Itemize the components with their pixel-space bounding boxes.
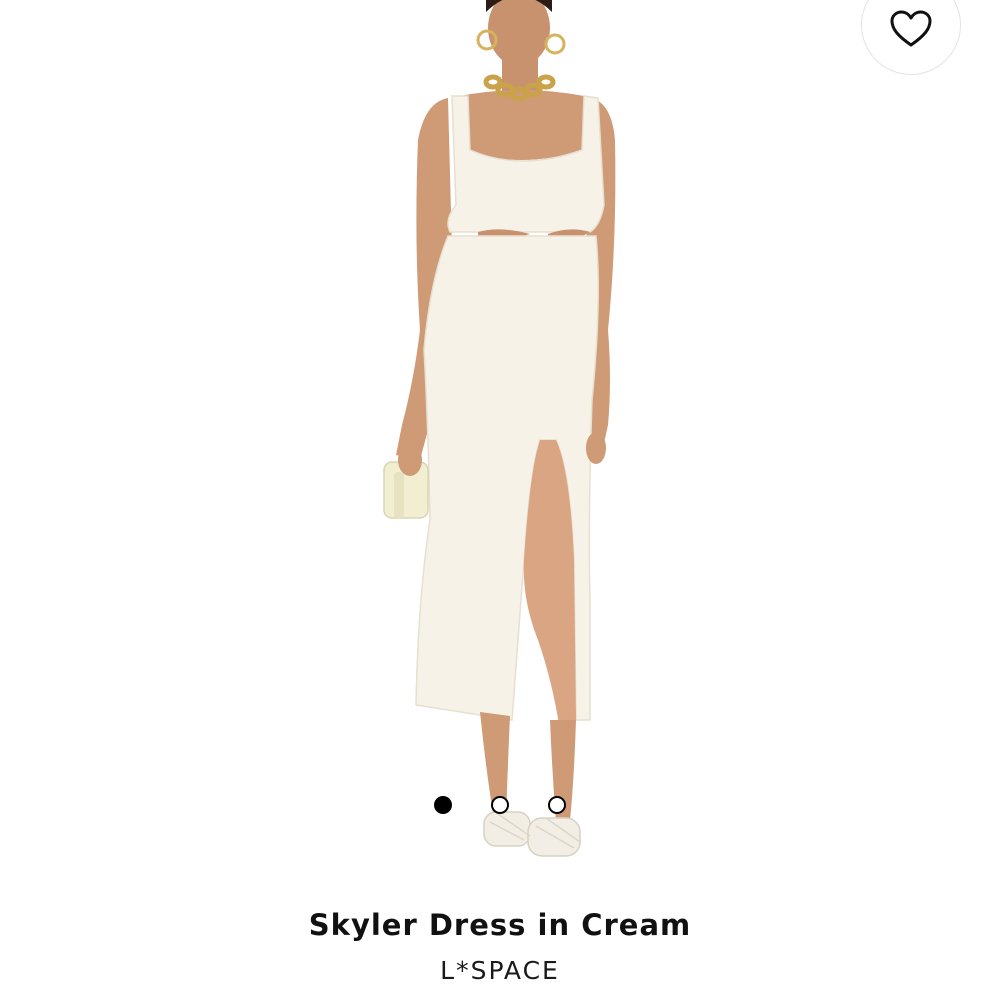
product-detail-screen: Skyler Dress in Cream L*SPACE (0, 0, 1000, 1000)
carousel-dot-1[interactable] (434, 796, 452, 814)
carousel-dot-3[interactable] (548, 796, 566, 814)
product-title: Skyler Dress in Cream (308, 908, 692, 942)
woven-sandals (483, 811, 581, 857)
product-photo[interactable] (0, 0, 1000, 890)
earring-right (544, 33, 566, 55)
carousel-dot-2[interactable] (491, 796, 509, 814)
product-brand[interactable]: L*SPACE (0, 956, 1000, 985)
model-head (488, 0, 550, 66)
image-carousel-dots (434, 795, 566, 815)
heart-outline-icon (890, 10, 932, 47)
